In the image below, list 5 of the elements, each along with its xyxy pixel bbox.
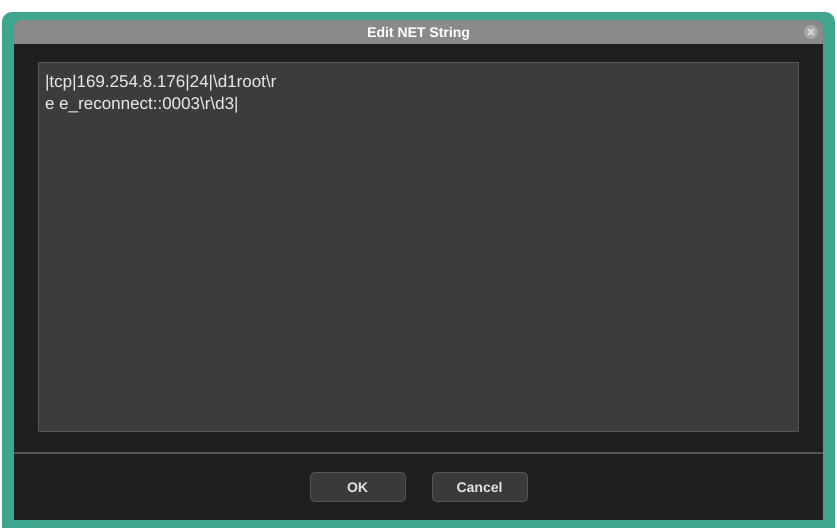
text-area[interactable]: |tcp|169.254.8.176|24|\d1root\r e e_reconnect::0003\r\d3| [38,62,799,432]
cancel-button[interactable]: Cancel [432,472,528,502]
close-icon[interactable] [803,24,819,40]
ok-button[interactable]: OK [310,472,406,502]
window-title: Edit NET String [367,22,470,42]
